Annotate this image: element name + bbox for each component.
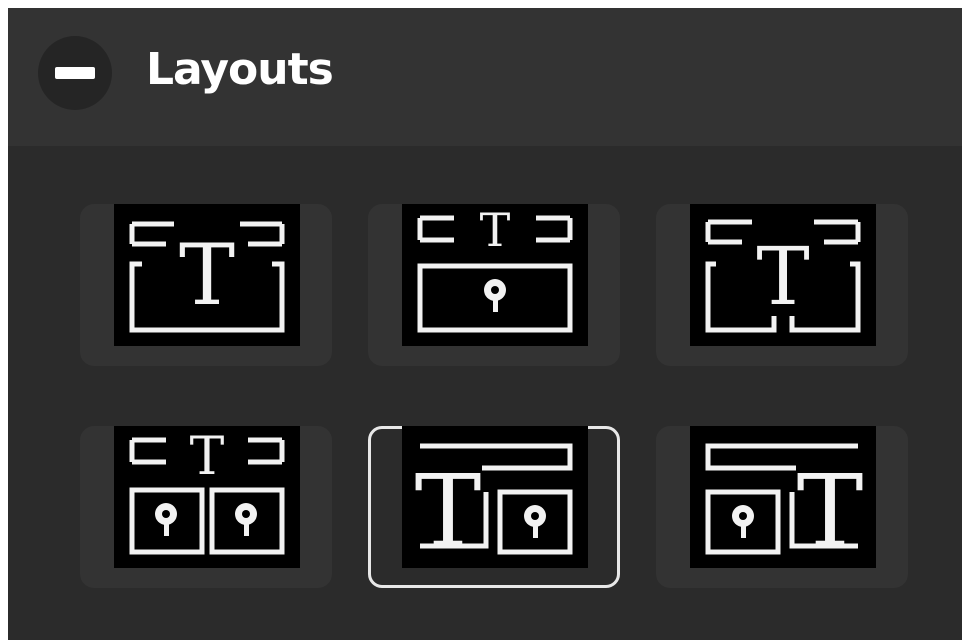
layout-tile-title-only[interactable]: T bbox=[80, 204, 332, 366]
collapse-button[interactable] bbox=[38, 36, 112, 110]
panel-header: Layouts bbox=[8, 8, 962, 146]
title-glyph: T bbox=[415, 453, 482, 568]
layout-text-left-image-right-icon: T bbox=[415, 443, 573, 568]
title-glyph: T bbox=[756, 230, 809, 323]
layout-thumbnail: T bbox=[690, 426, 876, 568]
layout-title-two-images-icon: T bbox=[129, 427, 285, 555]
layout-tile-text-left-image-right[interactable]: T bbox=[368, 426, 620, 588]
title-glyph: T bbox=[179, 226, 235, 324]
layout-thumbnail: T bbox=[402, 204, 588, 346]
layout-thumbnail: T bbox=[402, 426, 588, 568]
title-glyph: T bbox=[797, 453, 864, 568]
layout-image-left-text-right-icon: T bbox=[705, 443, 864, 568]
layout-thumbnail: T bbox=[114, 426, 300, 568]
layout-title-image-icon: T bbox=[417, 204, 573, 333]
minus-icon bbox=[55, 67, 95, 79]
layout-tile-title-image[interactable]: T bbox=[368, 204, 620, 366]
layout-title-only-icon: T bbox=[129, 221, 285, 333]
layout-thumbnail: T bbox=[690, 204, 876, 346]
panel-title: Layouts bbox=[146, 44, 334, 95]
title-glyph: T bbox=[480, 204, 511, 257]
layout-tile-title-two-images[interactable]: T bbox=[80, 426, 332, 588]
layout-thumbnail: T bbox=[114, 204, 300, 346]
layout-title-two-column-icon: T bbox=[705, 219, 861, 333]
layouts-panel: Layouts T T T T T T bbox=[8, 8, 962, 640]
layout-tile-image-left-text-right[interactable]: T bbox=[656, 426, 908, 588]
title-glyph: T bbox=[190, 427, 225, 487]
layout-tile-title-two-column[interactable]: T bbox=[656, 204, 908, 366]
